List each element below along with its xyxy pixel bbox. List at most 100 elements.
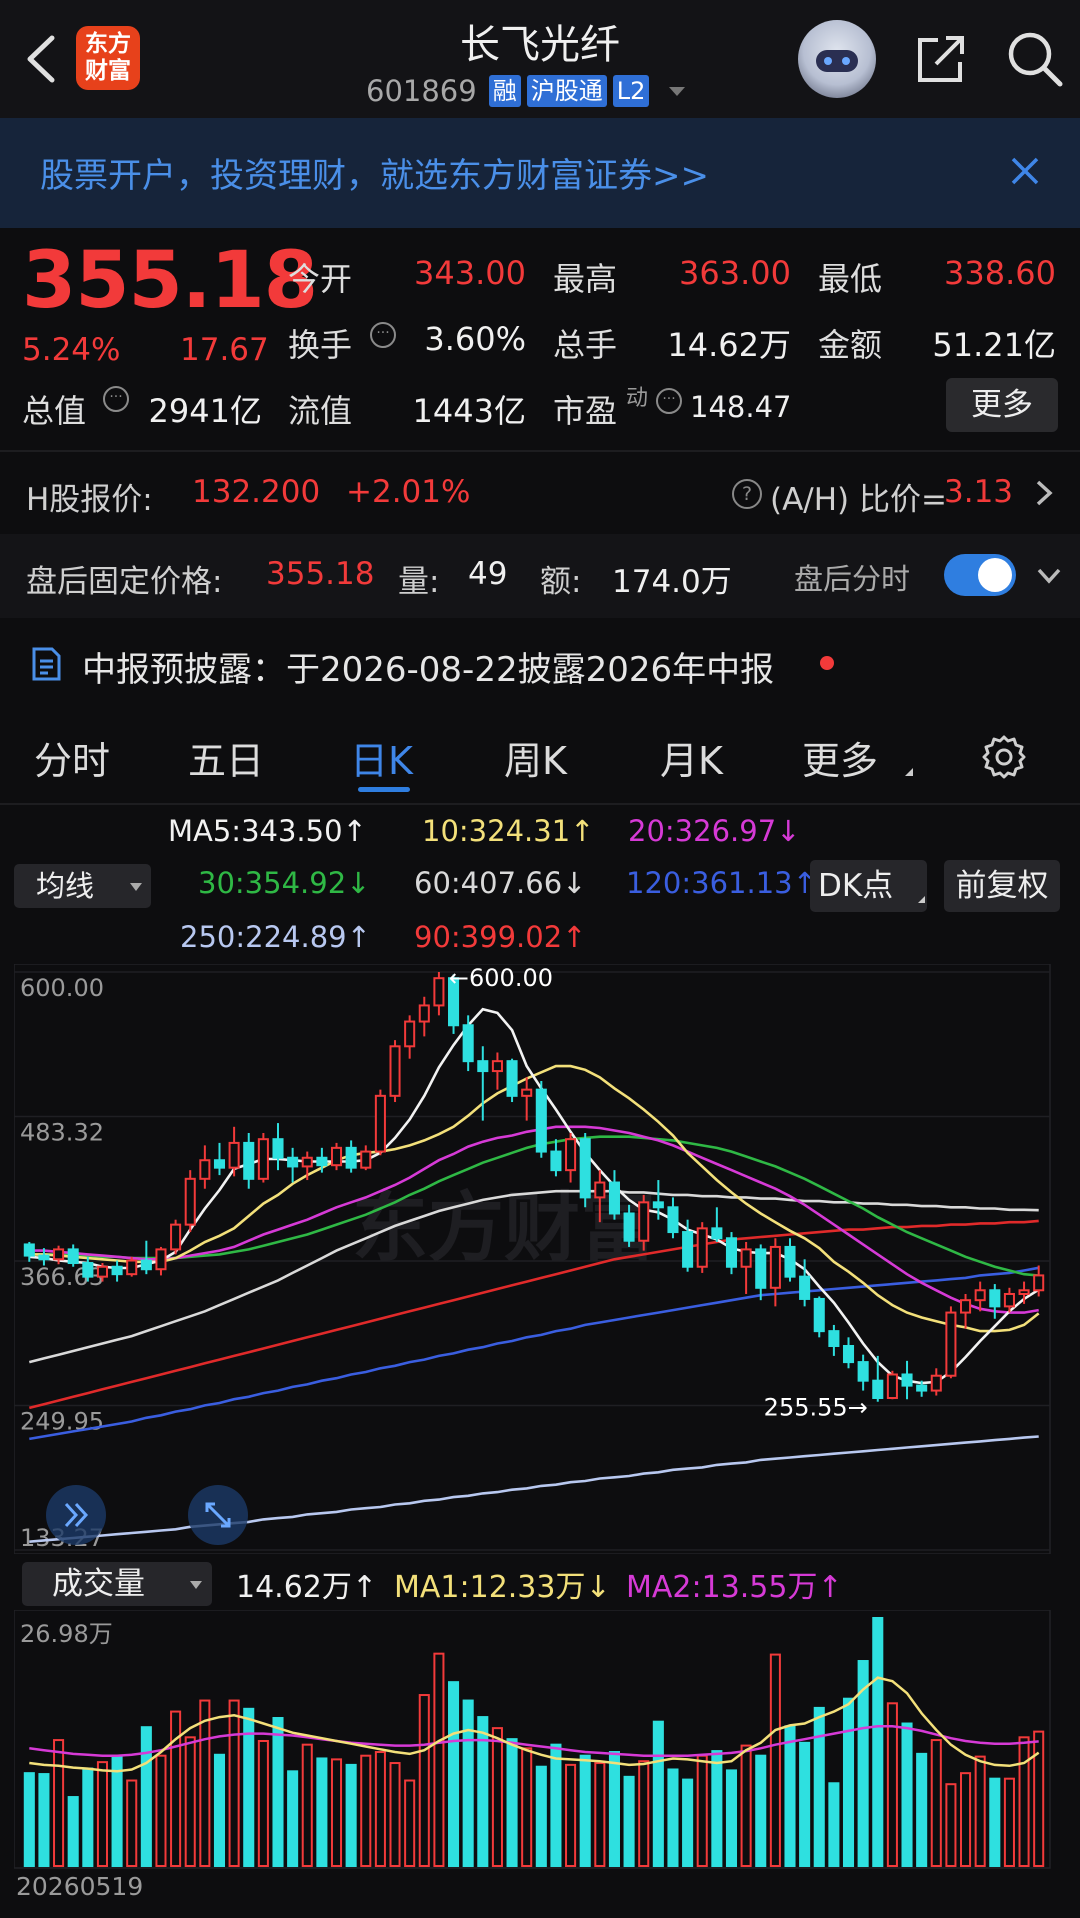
low-label: 最低 — [818, 260, 883, 298]
candle-body — [272, 1138, 284, 1159]
more-button[interactable]: 更多 — [946, 378, 1058, 432]
divider — [0, 450, 1080, 452]
ma-select[interactable]: 均线 — [14, 864, 151, 908]
ma10-legend: 10:324.31↑ — [422, 814, 595, 848]
candle-body — [857, 1361, 869, 1382]
gear-icon[interactable] — [980, 733, 1028, 781]
candle-body — [404, 1020, 416, 1048]
candle-body — [199, 1159, 211, 1180]
candle-body — [316, 1156, 328, 1167]
candle-body — [711, 1227, 723, 1240]
candle-body — [725, 1237, 738, 1268]
volume-bar — [828, 1782, 840, 1867]
candle-body — [652, 1201, 664, 1209]
volume-bar — [360, 1754, 372, 1868]
volume-bar — [228, 1699, 240, 1867]
volume-bar — [330, 1758, 343, 1867]
high-label: 最高 — [553, 260, 618, 298]
volume-bar — [740, 1744, 752, 1868]
toggle-knob[interactable] — [978, 558, 1012, 592]
volume-bar — [842, 1697, 855, 1868]
volume-bar — [535, 1765, 547, 1868]
candle-body — [126, 1259, 138, 1276]
share-icon[interactable] — [912, 30, 970, 88]
volume-bar — [930, 1739, 942, 1868]
tab-intraday[interactable]: 分时 — [34, 730, 110, 785]
candle-body — [213, 1159, 226, 1169]
margin-tag: 融 — [488, 75, 521, 107]
chevron-down-icon[interactable] — [1036, 566, 1062, 586]
volume-bar — [711, 1750, 723, 1867]
volume-bar — [491, 1727, 503, 1867]
volume-bar — [916, 1752, 928, 1867]
volume-bar — [199, 1699, 211, 1867]
volume-bar — [272, 1717, 284, 1867]
tab-more[interactable]: 更多 — [802, 730, 878, 785]
candle-body — [462, 1024, 474, 1063]
volume-bar — [872, 1617, 884, 1867]
ad-text[interactable]: 股票开户，投资理财，就选东方财富证券>> — [40, 148, 709, 197]
search-icon[interactable] — [1004, 28, 1066, 90]
help-icon[interactable]: ? — [732, 479, 762, 509]
ah-ratio-value[interactable]: 3.13 — [944, 474, 1013, 510]
volume-chart[interactable]: 26.98万 — [14, 1610, 1066, 1870]
volume-ma1: MA1:12.33万↓ — [394, 1570, 611, 1605]
ah-ratio-label[interactable]: (A/H) 比价= — [770, 474, 947, 519]
candle-body — [960, 1299, 972, 1314]
candle-body — [872, 1379, 884, 1400]
app-logo: 东方 财富 — [76, 26, 140, 90]
volume-bar — [38, 1773, 50, 1867]
unread-dot — [820, 656, 834, 670]
ma5-legend: MA5:343.50↑ — [168, 814, 367, 848]
tab-monthly-k[interactable]: 月K — [660, 730, 723, 785]
volume-bar — [608, 1751, 620, 1867]
assistant-avatar-icon[interactable] — [798, 20, 876, 98]
ma120-legend: 120:361.13↑ — [626, 866, 817, 900]
amount-value: 51.21亿 — [932, 326, 1056, 364]
pe-dynamic-sup: 动 — [626, 386, 649, 411]
volume-bar — [301, 1743, 313, 1867]
ma20-legend: 20:326.97↓ — [628, 814, 801, 848]
chevron-down-icon[interactable] — [669, 86, 686, 96]
volume-bar — [389, 1762, 401, 1867]
volume-bar — [638, 1760, 650, 1868]
dropdown-arrow-icon — [190, 1581, 202, 1589]
hshare-price: 132.200 — [192, 474, 321, 510]
dk-point-button[interactable]: DK点 — [810, 860, 927, 912]
ma250-legend: 250:224.89↑ — [180, 920, 371, 954]
x-start-date: 20260519 — [16, 1872, 144, 1901]
min-price-annotation: 255.55→ — [764, 1394, 868, 1422]
candle-body — [974, 1289, 986, 1302]
tab-daily-k[interactable]: 日K — [350, 730, 413, 785]
candle-body — [491, 1060, 503, 1073]
notice-text[interactable]: 中报预披露：于2026-08-22披露2026年中报 — [82, 642, 774, 691]
volume-bar — [374, 1751, 386, 1867]
volume-bar — [155, 1754, 167, 1868]
volume-indicator-select[interactable]: 成交量 — [22, 1562, 212, 1606]
volume-bar — [506, 1738, 518, 1867]
info-icon[interactable]: ··· — [103, 386, 129, 412]
back-arrow-icon[interactable] — [22, 34, 62, 84]
candle-body — [1003, 1292, 1015, 1308]
close-icon[interactable] — [1008, 154, 1042, 188]
stock-code-row[interactable]: 601869 融 沪股通 L2 — [366, 72, 686, 110]
chevron-right-icon[interactable] — [1032, 478, 1056, 508]
pe-value: 148.47 — [690, 390, 792, 424]
document-icon — [32, 647, 61, 681]
candle-body — [784, 1245, 796, 1278]
last-price: 355.18 — [22, 236, 318, 326]
volume-bar — [23, 1772, 35, 1867]
candle-body — [301, 1156, 313, 1168]
tab-five-day[interactable]: 五日 — [188, 730, 264, 785]
forward-adjust-button[interactable]: 前复权 — [944, 860, 1060, 912]
volume-bar — [404, 1779, 416, 1867]
candle-body — [477, 1060, 489, 1073]
tab-weekly-k[interactable]: 周K — [504, 730, 567, 785]
ad-banner[interactable]: 股票开户，投资理财，就选东方财富证券>> — [0, 118, 1080, 228]
info-icon[interactable]: ··· — [370, 322, 396, 348]
info-icon[interactable]: ··· — [656, 388, 682, 414]
volume-bar — [725, 1769, 738, 1867]
volume-value: 14.62万 — [667, 326, 791, 364]
after-hours-volume: 49 — [468, 556, 508, 592]
candlestick-chart[interactable]: 600.00483.32366.63249.95133.27东方财富←600.0… — [14, 964, 1066, 1554]
